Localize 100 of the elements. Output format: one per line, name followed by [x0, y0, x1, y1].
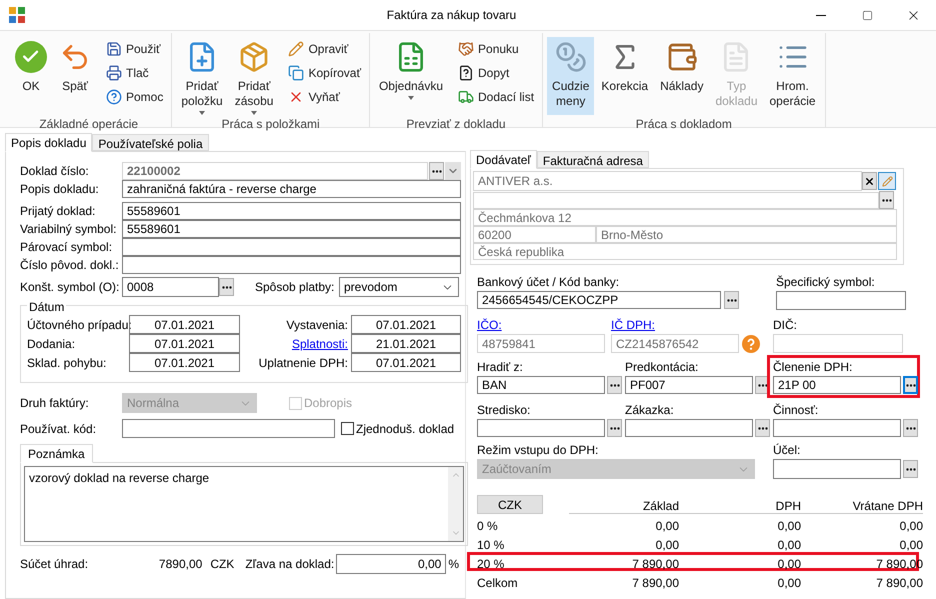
ellipsis-icon: [906, 384, 916, 386]
browse-button[interactable]: [607, 376, 622, 394]
ribbon-button[interactable]: Použiť: [102, 37, 168, 61]
field-label: Zjednoduš. doklad: [356, 420, 454, 438]
text-field[interactable]: [122, 256, 461, 274]
table-cell-text: 10 %: [477, 537, 506, 554]
currency-header-button[interactable]: CZK: [477, 495, 543, 514]
tab[interactable]: Popis dokladu: [5, 133, 92, 152]
text-field[interactable]: [773, 419, 901, 437]
text-field[interactable]: 22100002: [122, 162, 428, 180]
text-field[interactable]: 21.01.2021: [351, 334, 461, 353]
table-cell-text: 0,00: [776, 575, 801, 592]
browse-button[interactable]: [429, 162, 444, 180]
caret-icon: [408, 96, 414, 100]
ribbon-button[interactable]: Pridať položku: [176, 37, 228, 115]
field-link[interactable]: Splatnosti:: [292, 334, 348, 352]
ribbon-button[interactable]: Dodací list: [454, 85, 538, 109]
ribbon-button[interactable]: Ponuku: [454, 37, 538, 61]
ribbon-button[interactable]: OK: [10, 37, 52, 115]
checkbox[interactable]: [341, 422, 354, 435]
table-cell-text: 0 %: [477, 518, 499, 535]
tab[interactable]: Dodávateľ: [470, 150, 537, 169]
browse-button[interactable]: [607, 419, 622, 437]
text-field[interactable]: 55589601: [122, 202, 461, 220]
text-field[interactable]: 07.01.2021: [129, 315, 240, 334]
ribbon-button[interactable]: Dopyt: [454, 61, 538, 85]
tab[interactable]: Používateľské polia: [92, 134, 209, 151]
field-label: Uplatnenie DPH:: [258, 354, 348, 372]
clear-button[interactable]: [862, 172, 877, 190]
text-field[interactable]: ANTIVER a.s.: [473, 171, 862, 191]
ribbon-button[interactable]: Náklady: [655, 37, 708, 115]
text-field[interactable]: 07.01.2021: [129, 334, 240, 353]
text-field[interactable]: BAN: [477, 376, 605, 394]
text-field[interactable]: 07.01.2021: [351, 353, 461, 372]
text-field[interactable]: [477, 419, 605, 437]
ribbon-button[interactable]: Hrom. operácie: [764, 37, 821, 115]
column-header: Základ: [569, 497, 679, 514]
ribbon-button[interactable]: Tlač: [102, 61, 168, 85]
ribbon-button[interactable]: Späť: [54, 37, 96, 115]
ribbon-button[interactable]: Kopírovať: [284, 61, 365, 85]
field-label: Druh faktúry:: [20, 395, 90, 412]
field-label: Dodania:: [27, 336, 76, 352]
text-field[interactable]: 48759841: [477, 334, 605, 353]
tab[interactable]: Fakturačná adresa: [536, 151, 649, 168]
table-cell-text: 7 890,00: [631, 575, 679, 592]
browse-button[interactable]: [724, 291, 739, 309]
text-field[interactable]: 07.01.2021: [351, 315, 461, 334]
group-label: Práca s dokladom: [634, 116, 733, 133]
text-field[interactable]: 60200: [473, 226, 596, 243]
text-field[interactable]: Brno-Město: [596, 226, 897, 243]
field-label: Súčet úhrad:: [20, 556, 90, 573]
ellipsis-icon: [726, 298, 736, 302]
field-link[interactable]: IČ DPH:: [611, 316, 773, 334]
text-field[interactable]: 2456654545/CEKOCZPP: [477, 291, 721, 309]
text-field[interactable]: 0,00: [336, 554, 446, 574]
field-label: DIČ:: [773, 317, 798, 334]
text-field[interactable]: 07.01.2021: [129, 353, 240, 372]
table-cell-text: 0,00: [898, 537, 923, 554]
ribbon-button[interactable]: Vyňať: [284, 85, 365, 109]
ribbon-button[interactable]: Opraviť: [284, 37, 365, 61]
ribbon-button[interactable]: Cudzie meny: [547, 37, 594, 115]
text-field[interactable]: 0008: [122, 277, 219, 297]
ribbon-button[interactable]: Objednávku: [374, 37, 448, 115]
field-label: Používat. kód:: [20, 420, 98, 438]
note-textarea[interactable]: vzorový doklad na reverse charge: [24, 466, 464, 542]
dropdown-field[interactable]: prevodom: [339, 277, 459, 297]
browse-button[interactable]: [903, 419, 918, 437]
group-label: Základné operácie: [38, 116, 140, 133]
text-field[interactable]: [122, 238, 461, 256]
text-field[interactable]: [625, 419, 753, 437]
pencil-icon: [288, 41, 304, 57]
browse-button[interactable]: [219, 278, 234, 296]
text-field[interactable]: [776, 291, 906, 310]
text-field[interactable]: PF007: [625, 376, 753, 394]
text-field[interactable]: Česká republika: [473, 243, 897, 260]
browse-button[interactable]: [755, 419, 770, 437]
tab[interactable]: Poznámka: [20, 444, 93, 463]
pencil-icon: [882, 176, 892, 186]
text-field[interactable]: 21P 00: [773, 376, 901, 394]
text-field[interactable]: CZ2145876542: [611, 334, 739, 353]
text-field[interactable]: Čechmánkova 12: [473, 209, 897, 226]
field-label: Sklad. pohybu:: [27, 354, 108, 372]
text-field[interactable]: [122, 419, 335, 438]
scrollbar[interactable]: [448, 467, 463, 541]
field-label: Účel:: [773, 442, 802, 459]
ribbon-button[interactable]: Pridať zásobu: [230, 37, 278, 115]
ribbon-button[interactable]: Korekcia: [596, 37, 654, 115]
browse-button[interactable]: [903, 460, 918, 478]
ribbon-button[interactable]: Pomoc: [102, 85, 168, 109]
field-label: Párovací symbol:: [20, 239, 114, 256]
text-field[interactable]: [773, 459, 901, 479]
ellipsis-icon: [222, 286, 232, 288]
text-field[interactable]: 55589601: [122, 220, 461, 238]
field-label: Spôsob platby:: [255, 279, 336, 296]
browse-button[interactable]: [903, 376, 918, 394]
field-label: Členenie DPH:: [773, 359, 854, 376]
field-link[interactable]: IČO:: [477, 316, 611, 334]
browse-button[interactable]: [879, 191, 894, 209]
field-label: Vystavenia:: [286, 316, 348, 334]
text-field[interactable]: zahraničná faktúra - reverse charge: [122, 180, 461, 198]
